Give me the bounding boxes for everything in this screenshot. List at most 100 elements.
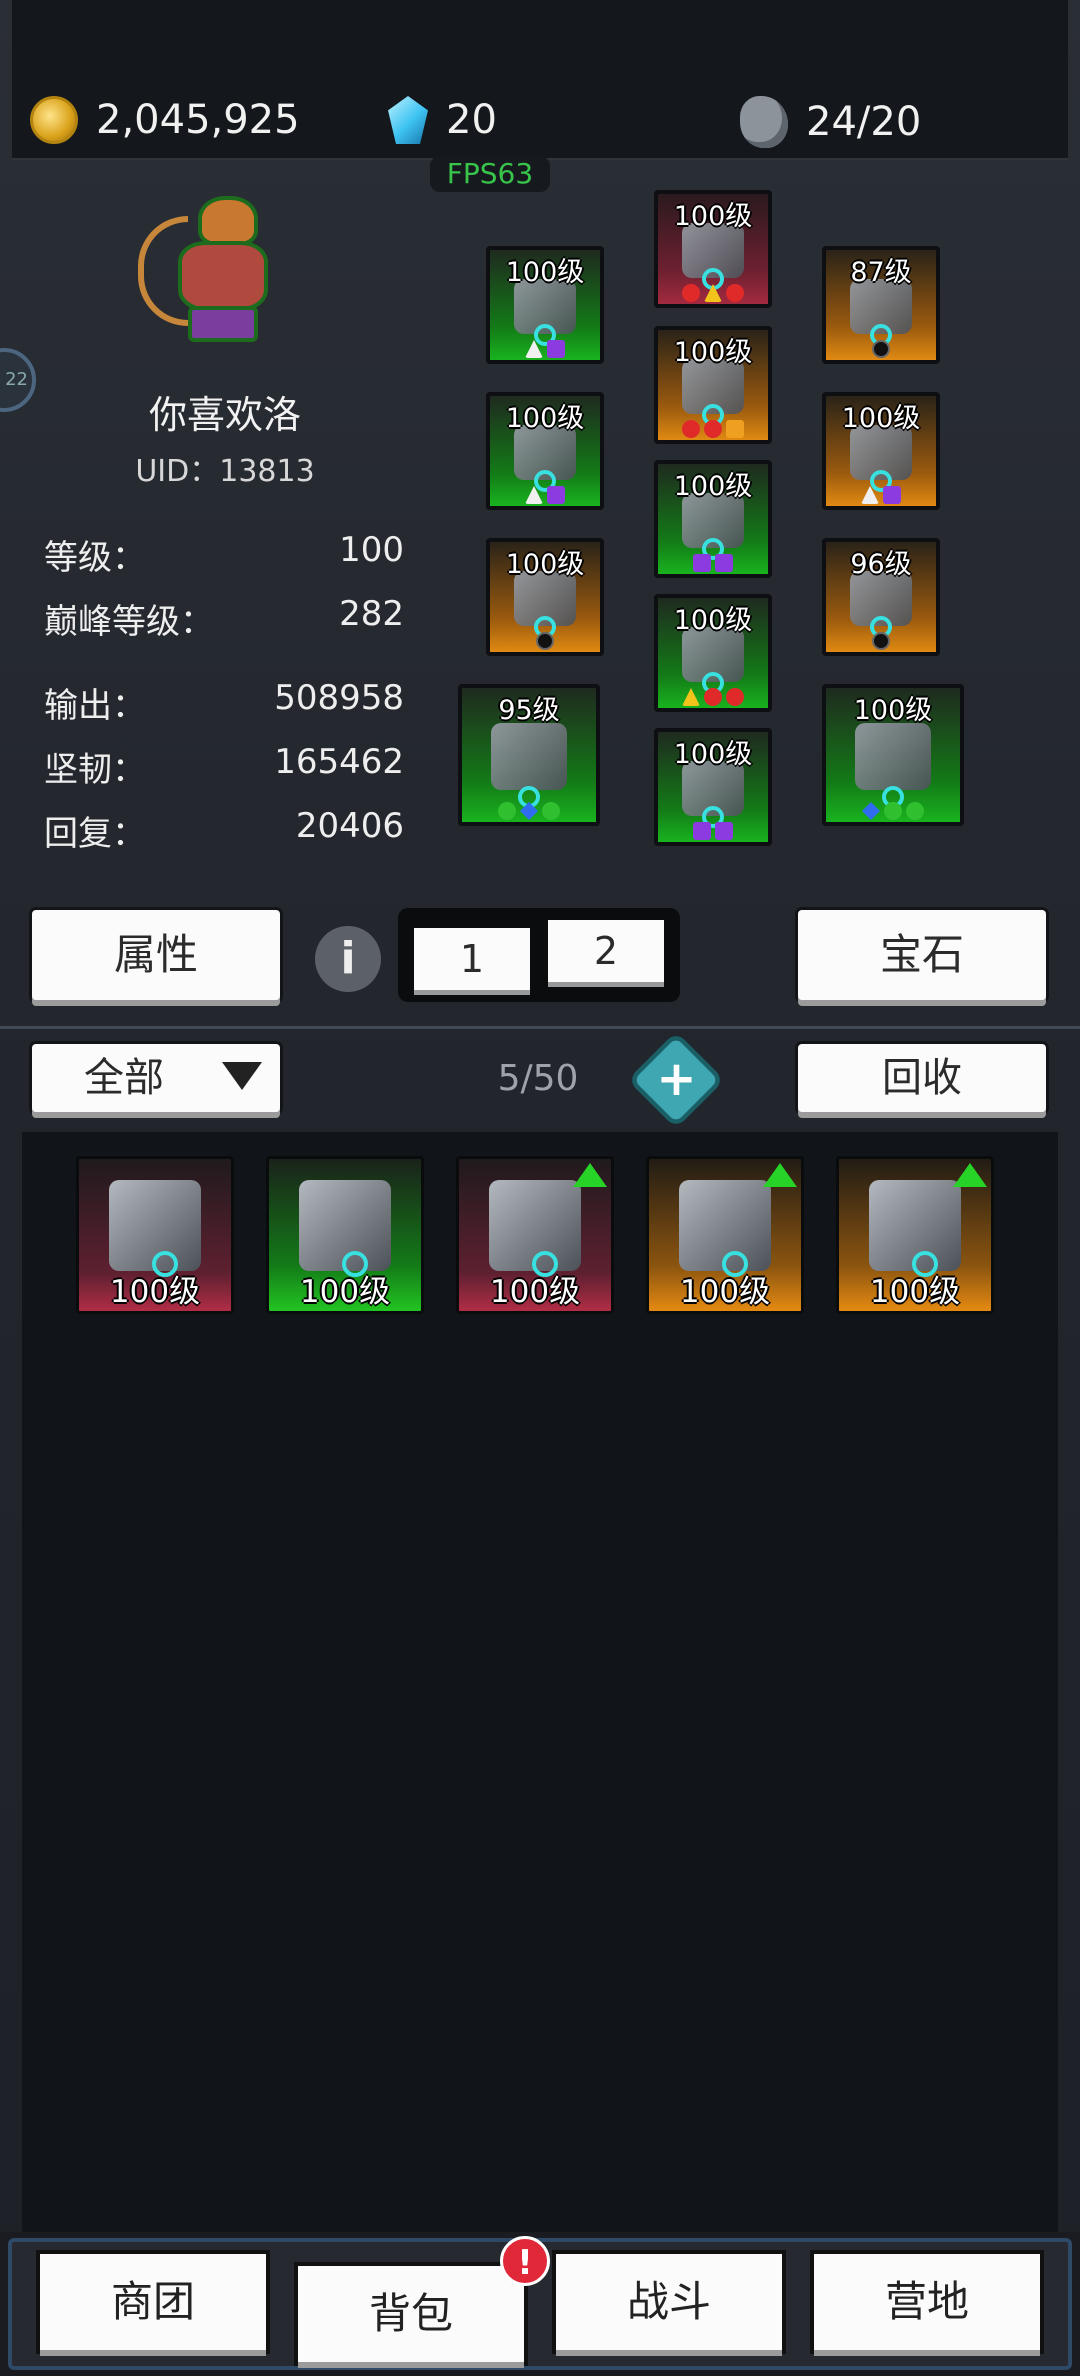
equipment-level: 100级 — [673, 739, 753, 770]
gem-icon — [682, 284, 700, 302]
section-divider — [0, 1026, 1080, 1029]
gem-icon — [682, 420, 700, 438]
gem-icon — [704, 420, 722, 438]
socket-gems — [490, 340, 600, 358]
equipment-slot[interactable]: 100级 — [486, 246, 604, 364]
avatar-head — [198, 196, 258, 246]
socket-gems — [490, 486, 600, 504]
equipment-level: 87级 — [850, 257, 912, 288]
gold-counter: 2,045,925 — [30, 96, 300, 144]
nav-bag[interactable]: 背包 — [298, 2266, 524, 2362]
player-uid: UID：13813 — [135, 454, 315, 489]
avatar-legs — [188, 306, 258, 342]
equipment-slot[interactable]: 100级 — [654, 326, 772, 444]
attributes-button[interactable]: 属性 — [32, 910, 280, 1000]
equipment-level: 100级 — [505, 549, 585, 580]
gem-icon — [861, 486, 879, 504]
stat-toughness: 坚韧： 165462 — [44, 742, 404, 791]
gold-coin-icon — [30, 96, 78, 144]
inventory-item[interactable]: 100级 — [646, 1156, 804, 1314]
socket-gems — [658, 554, 768, 572]
equipment-slot[interactable]: 100级 — [822, 684, 964, 826]
stat-label: 等级： — [44, 538, 146, 578]
game-screen: 2,045,925 20 24/20 FPS63 22 你喜欢洛 UID：138… — [0, 0, 1080, 2376]
socket-gems — [826, 632, 936, 650]
triangle-down-icon — [222, 1062, 262, 1090]
gem-icon — [542, 802, 560, 820]
gemstone-button[interactable]: 宝石 — [798, 910, 1046, 1000]
socket-gems — [490, 632, 600, 650]
equipment-slot[interactable]: 96级 — [822, 538, 940, 656]
inventory-item-level: 100级 — [489, 1274, 581, 1310]
equipment-level: 95级 — [498, 695, 560, 726]
stat-label: 回复： — [44, 814, 146, 854]
nav-camp[interactable]: 营地 — [814, 2254, 1040, 2350]
stat-label: 坚韧： — [44, 750, 146, 790]
gem-icon — [547, 486, 565, 504]
gem-icon — [726, 688, 744, 706]
nav-guild[interactable]: 商团 — [40, 2254, 266, 2350]
equipment-slot[interactable]: 100级 — [486, 538, 604, 656]
gem-icon — [520, 802, 538, 820]
gem-value: 20 — [446, 97, 497, 143]
info-icon[interactable]: i — [315, 926, 381, 992]
inventory-panel: 100级 100级 100级 100级 100级 — [22, 1132, 1058, 2232]
stamina-value: 24/20 — [806, 99, 922, 145]
equipment-slot[interactable]: 100级 — [654, 594, 772, 712]
gem-icon — [693, 822, 711, 840]
equipment-level: 100级 — [673, 337, 753, 368]
equipment-level: 100级 — [853, 695, 933, 726]
equipment-level: 100级 — [841, 403, 921, 434]
gem-icon — [884, 802, 902, 820]
equipment-slot[interactable]: 100级 — [654, 460, 772, 578]
socket-gems — [826, 486, 936, 504]
equipment-slot[interactable]: 100级 — [486, 392, 604, 510]
inventory-item-level: 100级 — [109, 1274, 201, 1310]
equipment-slot[interactable]: 87级 — [822, 246, 940, 364]
inventory-item[interactable]: 100级 — [456, 1156, 614, 1314]
socket-gems — [658, 284, 768, 302]
stone-icon — [740, 96, 788, 148]
equipment-level: 100级 — [505, 403, 585, 434]
inventory-item-level: 100级 — [679, 1274, 771, 1310]
inventory-item-level: 100级 — [869, 1274, 961, 1310]
character-avatar[interactable] — [128, 186, 298, 356]
gem-icon — [906, 802, 924, 820]
socket-gems — [658, 822, 768, 840]
equipment-slot[interactable]: 100级 — [654, 190, 772, 308]
gem-icon — [726, 420, 744, 438]
stat-value: 100 — [339, 530, 404, 570]
gem-icon — [682, 688, 700, 706]
avatar-body — [178, 241, 268, 311]
diamond-gem-icon — [388, 96, 428, 144]
equipment-slot[interactable]: 95级 — [458, 684, 600, 826]
gem-counter: 20 — [388, 96, 497, 144]
inventory-item[interactable]: 100级 — [76, 1156, 234, 1314]
loadout-tabs: 1 2 — [398, 908, 680, 1002]
equipment-slot[interactable]: 100级 — [654, 728, 772, 846]
stat-recovery: 回复： 20406 — [44, 806, 404, 855]
gem-icon — [715, 554, 733, 572]
equipment-slot[interactable]: 100级 — [822, 392, 940, 510]
side-float-button[interactable]: 22 — [0, 348, 36, 412]
expand-inventory-button[interactable]: + — [633, 1037, 719, 1123]
socket-gems — [658, 420, 768, 438]
filter-dropdown[interactable]: 全部 — [32, 1044, 280, 1112]
socket-gems — [658, 688, 768, 706]
inventory-item[interactable]: 100级 — [836, 1156, 994, 1314]
tab-loadout-2[interactable]: 2 — [548, 920, 664, 982]
stat-label: 输出： — [44, 686, 146, 726]
equipment-level: 96级 — [850, 549, 912, 580]
recycle-button[interactable]: 回收 — [798, 1044, 1046, 1112]
upgrade-arrow-icon — [953, 1163, 987, 1187]
stamina-counter: 24/20 — [740, 96, 921, 148]
gem-icon — [883, 486, 901, 504]
fps-indicator: FPS63 — [430, 156, 550, 192]
nav-battle[interactable]: 战斗 — [556, 2254, 782, 2350]
inventory-item[interactable]: 100级 — [266, 1156, 424, 1314]
gem-icon — [872, 632, 890, 650]
gem-icon — [862, 802, 880, 820]
tab-loadout-1[interactable]: 1 — [414, 928, 530, 990]
gold-value: 2,045,925 — [96, 97, 300, 143]
stat-label: 巅峰等级： — [44, 602, 214, 642]
